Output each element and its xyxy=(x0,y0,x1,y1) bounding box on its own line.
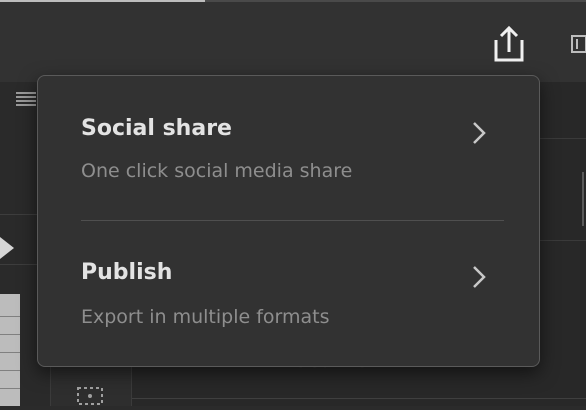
menu-icon[interactable] xyxy=(16,90,36,110)
menu-divider xyxy=(81,220,504,221)
swatch-strip xyxy=(0,294,20,406)
panel-scrollbar[interactable] xyxy=(582,172,584,226)
panel-divider xyxy=(132,398,586,399)
share-export-icon xyxy=(494,25,524,62)
social-share-subtitle: One click social media share xyxy=(81,160,353,182)
chevron-right-icon xyxy=(473,266,486,288)
publish-title: Publish xyxy=(81,260,173,285)
panel-toggle-icon xyxy=(571,35,586,53)
share-menu-popup: Social share One click social media shar… xyxy=(37,75,540,367)
publish-subtitle: Export in multiple formats xyxy=(81,306,330,328)
social-share-title: Social share xyxy=(81,116,232,141)
panel-toggle-button[interactable] xyxy=(566,28,586,60)
play-triangle-icon[interactable] xyxy=(0,237,14,259)
top-toolbar xyxy=(0,2,586,82)
publish-option[interactable]: Publish Export in multiple formats xyxy=(38,238,539,358)
chevron-right-icon xyxy=(473,122,486,144)
social-share-option[interactable]: Social share One click social media shar… xyxy=(38,90,539,210)
share-button[interactable] xyxy=(488,22,528,66)
